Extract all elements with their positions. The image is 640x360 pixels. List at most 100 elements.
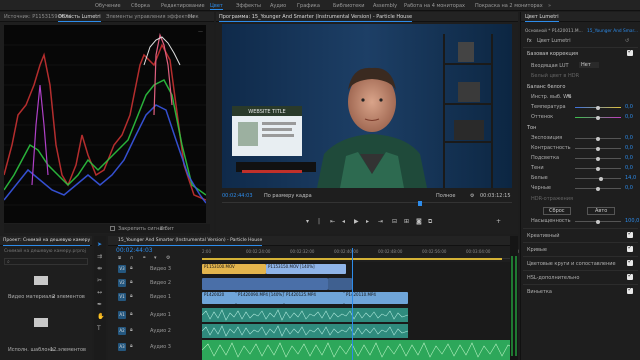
- param-value[interactable]: 0,0: [625, 155, 633, 161]
- param-value[interactable]: 0,0: [625, 165, 633, 171]
- play-icon[interactable]: ▶: [354, 218, 359, 225]
- clip-v1-b[interactable]: P1420090.MP4 [140%]: [236, 292, 284, 304]
- workspace-tab-audio[interactable]: Аудио: [270, 3, 286, 9]
- ripple-edit-tool-icon[interactable]: ⇹: [97, 265, 102, 272]
- section-tone[interactable]: Тон: [527, 125, 536, 131]
- track-target-toggle[interactable]: A2: [118, 327, 126, 335]
- track-header[interactable]: V2 🔒︎ Видео 2: [116, 276, 200, 290]
- track-lock-icon[interactable]: 🔒︎: [130, 265, 133, 271]
- hand-tool-icon[interactable]: ✋: [97, 313, 104, 320]
- program-monitor-title[interactable]: Программа: 15_Younger And Smarter (Instr…: [219, 14, 413, 22]
- track-target-toggle[interactable]: V2: [118, 279, 126, 287]
- auto-button[interactable]: Авто: [587, 207, 616, 215]
- program-mini-timeline[interactable]: [222, 201, 512, 208]
- pen-tool-icon[interactable]: ✒: [97, 301, 102, 308]
- section-color-wheels[interactable]: Цветовые круги и сопоставление: [527, 261, 616, 267]
- param-slider[interactable]: [575, 105, 621, 110]
- workspace-tab-libraries[interactable]: Библиотеки: [333, 3, 365, 9]
- track-target-toggle[interactable]: A1: [118, 311, 126, 319]
- workspace-tab-2-monitors[interactable]: Покраска на 2 мониторах: [475, 3, 543, 9]
- param-slider[interactable]: [575, 136, 621, 141]
- basic-correction-checkbox[interactable]: [627, 48, 633, 56]
- slider-knob[interactable]: [599, 176, 604, 181]
- track-header[interactable]: V1 🔒︎ Видео 1: [116, 290, 200, 304]
- track-target-toggle[interactable]: V3: [118, 265, 126, 273]
- clip-v1-d[interactable]: P1420110.MP4: [344, 292, 408, 304]
- track-lock-icon[interactable]: 🔒︎: [130, 327, 133, 333]
- clip-v3[interactable]: P1153150.MOV [140%]: [266, 264, 346, 274]
- lift-icon[interactable]: ⊟: [392, 218, 397, 225]
- hsl-checkbox[interactable]: [627, 272, 633, 280]
- audio-clips[interactable]: [202, 308, 518, 360]
- workspace-tab-color[interactable]: Цвет: [210, 3, 223, 10]
- project-search-input[interactable]: ⌕: [4, 258, 88, 265]
- section-curves[interactable]: Кривые: [527, 247, 547, 253]
- vignette-checkbox[interactable]: [627, 286, 633, 294]
- bit-depth-label[interactable]: 8 бит: [160, 226, 174, 232]
- track-lock-icon[interactable]: 🔒︎: [130, 279, 133, 285]
- param-value[interactable]: 0,0: [625, 114, 633, 120]
- slider-knob[interactable]: [596, 156, 600, 161]
- sequence-selector[interactable]: Основной * P1420011.M...: [525, 29, 583, 34]
- param-value[interactable]: 0,0: [625, 135, 633, 141]
- bin-name[interactable]: Видео материалы: [8, 294, 55, 300]
- bin-thumbnail[interactable]: [24, 312, 52, 334]
- sequence-tab[interactable]: 15_Younger And Smarter (Instrumental Ver…: [118, 238, 263, 246]
- comparison-view-icon[interactable]: ⧉: [428, 218, 432, 226]
- color-wheels-checkbox[interactable]: [627, 258, 633, 266]
- reset-button[interactable]: Сброс: [543, 207, 571, 215]
- track-header[interactable]: A2 🔒︎ Аудио 2: [116, 324, 200, 338]
- snap-icon[interactable]: ∩: [130, 255, 134, 261]
- tab-effect-controls[interactable]: Элементы управления эффектом: [106, 14, 194, 20]
- extract-icon[interactable]: ⊞: [404, 218, 409, 225]
- go-to-out-icon[interactable]: ⇥: [378, 218, 383, 225]
- workspace-tab-graphics[interactable]: Графика: [297, 3, 320, 9]
- selection-tool-icon[interactable]: ➤: [97, 241, 102, 248]
- workspace-tab-editing[interactable]: Редактирование: [161, 3, 205, 9]
- fit-dropdown[interactable]: По размеру кадра: [264, 193, 312, 199]
- track-header[interactable]: V3 🔒︎ Видео 3: [116, 262, 200, 276]
- workspace-tab-4-monitors[interactable]: Работа на 4 мониторах: [404, 3, 465, 9]
- workspace-tab-learning[interactable]: Обучение: [95, 3, 121, 9]
- workspace-tab-assembly-ru[interactable]: Сборка: [131, 3, 150, 9]
- param-slider[interactable]: [575, 186, 621, 191]
- param-slider[interactable]: [575, 115, 621, 120]
- add-button-icon[interactable]: +: [496, 218, 501, 225]
- type-tool-icon[interactable]: T: [97, 325, 101, 332]
- section-creative[interactable]: Креативный: [527, 233, 559, 239]
- reset-effect-icon[interactable]: ↺: [625, 38, 629, 44]
- timeline-tracks-area[interactable]: P1153100.MOV P1153150.MOV [140%] P142002…: [202, 248, 518, 360]
- param-slider[interactable]: [575, 176, 621, 181]
- add-marker-icon[interactable]: ▾: [154, 255, 157, 261]
- quality-dropdown[interactable]: Полное: [436, 193, 455, 199]
- slider-knob[interactable]: [596, 105, 600, 110]
- program-playhead[interactable]: [418, 201, 422, 206]
- more-workspaces-icon[interactable]: »: [548, 3, 551, 9]
- linked-selection-icon[interactable]: ⚭: [142, 255, 146, 261]
- curves-checkbox[interactable]: [627, 244, 633, 252]
- section-vignette[interactable]: Виньетка: [527, 289, 552, 295]
- lut-dropdown[interactable]: Нет: [579, 62, 599, 68]
- section-white-balance[interactable]: Баланс белого: [527, 84, 565, 90]
- clip-v2-b[interactable]: [328, 278, 352, 290]
- insert-nest-icon[interactable]: ⧈: [118, 255, 121, 261]
- mark-out-icon[interactable]: |: [318, 218, 320, 225]
- step-forward-icon[interactable]: ▸: [366, 218, 369, 225]
- fx-badge[interactable]: fx: [527, 38, 532, 44]
- clamp-signal-checkbox[interactable]: [110, 226, 115, 231]
- track-lock-icon[interactable]: 🔒︎: [130, 311, 133, 317]
- slider-knob[interactable]: [596, 186, 600, 191]
- mark-in-icon[interactable]: ▾: [306, 218, 309, 225]
- param-value[interactable]: 0,0: [625, 185, 633, 191]
- slider-knob[interactable]: [596, 166, 600, 171]
- saturation-value[interactable]: 100,0: [625, 218, 639, 224]
- saturation-slider[interactable]: [575, 219, 621, 224]
- program-current-timecode[interactable]: 00:02:44:03: [222, 193, 253, 199]
- slider-knob[interactable]: [596, 115, 600, 120]
- workspace-tab-effects[interactable]: Эффекты: [236, 3, 261, 9]
- step-back-icon[interactable]: ◂: [342, 218, 345, 225]
- track-header[interactable]: A1 🔒︎ Аудио 1: [116, 308, 200, 322]
- param-slider[interactable]: [575, 156, 621, 161]
- clip-v2-thumbs[interactable]: [202, 278, 328, 290]
- slip-tool-icon[interactable]: ↔: [97, 289, 102, 296]
